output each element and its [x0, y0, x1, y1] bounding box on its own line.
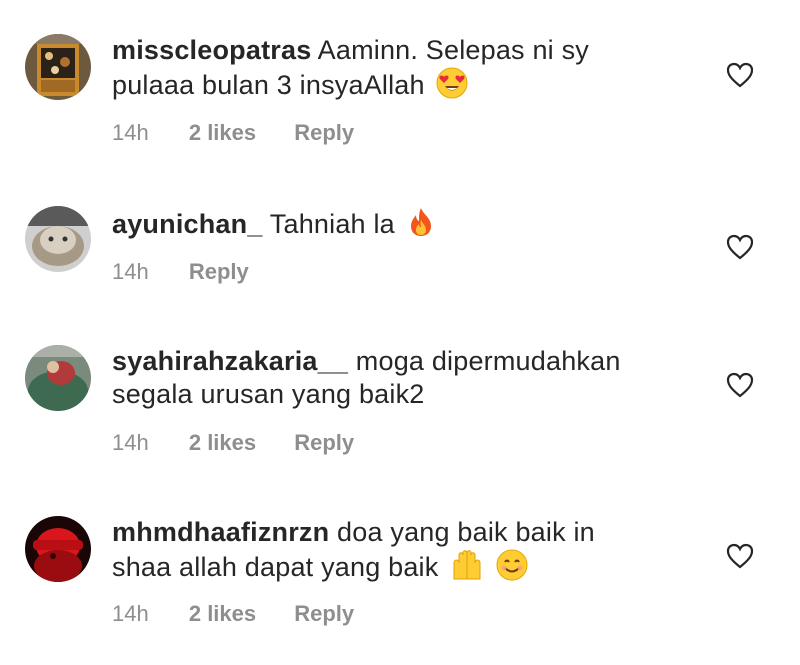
comment-message-line2: shaa allah dapat yang baik [112, 552, 439, 582]
reply-button[interactable]: Reply [294, 120, 354, 145]
smiling-face-emoji-icon [496, 549, 528, 589]
comment-username[interactable]: misscleopatras [112, 35, 311, 65]
avatar[interactable] [25, 516, 91, 582]
like-heart-icon[interactable] [726, 62, 754, 88]
comment-username[interactable]: ayunichan_ [112, 209, 263, 239]
comment-username[interactable]: mhmdhaafiznrzn [112, 517, 329, 547]
fire-emoji-icon [407, 206, 435, 246]
comment-timestamp: 14h [112, 120, 149, 145]
comment-text: syahirahzakaria__ moga dipermudahkan seg… [112, 345, 672, 411]
comment-message-line1: Aaminn. Selepas ni sy [317, 35, 589, 65]
comment-meta: 14h 2 likes Reply [112, 120, 386, 146]
comment-meta: 14h Reply [112, 259, 281, 285]
comment-message-line1: moga dipermudahkan [355, 346, 621, 376]
comment-likes-count[interactable]: 2 likes [189, 120, 256, 145]
avatar[interactable] [25, 34, 91, 100]
like-heart-icon[interactable] [726, 234, 754, 260]
reply-button[interactable]: Reply [189, 259, 249, 284]
comment-timestamp: 14h [112, 601, 149, 626]
comment-timestamp: 14h [112, 430, 149, 455]
reply-button[interactable]: Reply [294, 430, 354, 455]
comment-meta: 14h 2 likes Reply [112, 430, 386, 456]
like-heart-icon[interactable] [726, 372, 754, 398]
comment-likes-count[interactable]: 2 likes [189, 601, 256, 626]
like-heart-icon[interactable] [726, 543, 754, 569]
reply-button[interactable]: Reply [294, 601, 354, 626]
comment-text: mhmdhaafiznrzn doa yang baik baik in sha… [112, 516, 672, 589]
heart-eyes-emoji-icon [436, 67, 468, 107]
comment-username[interactable]: syahirahzakaria__ [112, 346, 348, 376]
comment-message-line2: pulaaa bulan 3 insyaAllah [112, 70, 425, 100]
comment-message-line2: segala urusan yang baik2 [112, 379, 425, 409]
comment-likes-count[interactable]: 2 likes [189, 430, 256, 455]
raised-hands-emoji-icon [450, 549, 484, 589]
comment-meta: 14h 2 likes Reply [112, 601, 386, 627]
comment-message-line1: doa yang baik baik in [337, 517, 595, 547]
avatar[interactable] [25, 206, 91, 272]
comment-text: misscleopatras Aaminn. Selepas ni sy pul… [112, 34, 672, 107]
comment-timestamp: 14h [112, 259, 149, 284]
comment-message-line1: Tahniah la [269, 209, 395, 239]
avatar[interactable] [25, 345, 91, 411]
comment-text: ayunichan_ Tahniah la [112, 206, 672, 246]
